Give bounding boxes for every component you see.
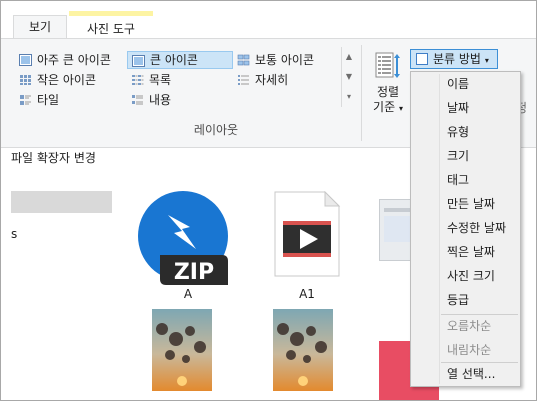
svg-text:ZIP: ZIP — [174, 260, 214, 285]
layout-group-label: 레이아웃 — [193, 123, 239, 137]
group-by-button[interactable]: 분류 방법 ▾ — [410, 49, 498, 69]
video-file-icon[interactable] — [273, 191, 341, 277]
sort-by-icon — [375, 52, 400, 78]
details-icon — [238, 75, 249, 85]
photo-thumbnail-2[interactable] — [273, 309, 333, 391]
group-separator — [361, 45, 362, 141]
nav-item[interactable]: s — [11, 227, 17, 241]
layout-extra-large-icons-label: 아주 큰 아이콘 — [37, 53, 111, 67]
sort-by-label-1: 정렬 — [376, 85, 400, 99]
menu-item-date-taken[interactable]: 찍은 날짜 — [411, 240, 520, 264]
layout-details-label: 자세히 — [255, 73, 289, 87]
menu-item-tags[interactable]: 태그 — [411, 168, 520, 192]
layout-extra-large-icons[interactable]: 아주 큰 아이콘 — [15, 51, 121, 69]
content-icon — [132, 95, 143, 105]
menu-item-ascending[interactable]: 오름차순 — [411, 314, 520, 338]
layout-large-icons[interactable]: 큰 아이콘 — [127, 51, 233, 69]
gallery-more-icon[interactable]: ▾ — [342, 87, 356, 107]
layout-tiles[interactable]: 타일 — [15, 91, 105, 109]
photo-image-2 — [273, 309, 333, 391]
file-name-a1[interactable]: A1 — [262, 287, 352, 301]
tab-photo-tools[interactable]: 사진 도구 — [69, 11, 153, 39]
layout-medium-icons[interactable]: 보통 아이콘 — [233, 51, 343, 69]
layout-large-icons-label: 큰 아이콘 — [150, 53, 198, 67]
layout-gallery: 아주 큰 아이콘 큰 아이콘 보통 아이콘 작은 아이콘 목록 자세히 타일 내… — [15, 47, 355, 107]
medium-icons-icon — [237, 54, 250, 66]
menu-item-type[interactable]: 유형 — [411, 120, 520, 144]
layout-list[interactable]: 목록 — [127, 71, 227, 89]
layout-details[interactable]: 자세히 — [233, 71, 333, 89]
layout-small-icons-label: 작은 아이콘 — [37, 73, 97, 87]
sort-by-label-2-text: 기준 — [373, 100, 396, 114]
small-icons-icon — [20, 75, 31, 85]
group-by-dropdown-icon: ▾ — [484, 56, 489, 65]
extra-large-icons-icon — [19, 54, 32, 66]
file-name-a[interactable]: A — [143, 287, 233, 301]
tab-view[interactable]: 보기 — [13, 15, 67, 39]
group-by-label: 분류 방법 — [433, 52, 481, 66]
layout-content[interactable]: 내용 — [127, 91, 217, 109]
menu-item-date-modified[interactable]: 수정한 날짜 — [411, 216, 520, 240]
layout-gallery-scroller[interactable]: ▲ ▼ ▾ — [341, 47, 356, 107]
layout-content-label: 내용 — [149, 93, 172, 107]
layout-small-icons[interactable]: 작은 아이콘 — [15, 71, 121, 89]
photo-image-1 — [152, 309, 212, 391]
menu-item-date-created[interactable]: 만든 날짜 — [411, 192, 520, 216]
navigation-pane: s — [1, 169, 121, 400]
menu-item-choose-columns[interactable]: 열 선택... — [411, 362, 520, 386]
menu-item-size[interactable]: 크기 — [411, 144, 520, 168]
zip-icon[interactable]: ZIP — [138, 191, 232, 285]
sort-by-dropdown-icon: ▾ — [398, 104, 403, 113]
sort-by-button[interactable]: 정렬 기준 ▾ — [368, 49, 408, 129]
contextual-tab-stripe — [69, 11, 153, 16]
gallery-up-icon[interactable]: ▲ — [342, 47, 356, 67]
layout-list-label: 목록 — [149, 73, 172, 87]
layout-medium-icons-label: 보통 아이콘 — [255, 53, 315, 67]
menu-item-rating[interactable]: 등급 — [411, 288, 520, 312]
menu-item-dimensions[interactable]: 사진 크기 — [411, 264, 520, 288]
tiles-icon — [20, 95, 31, 105]
ribbon-tab-bar: 보기 사진 도구 — [1, 1, 536, 39]
group-by-menu: 이름 날짜 유형 크기 태그 만든 날짜 수정한 날짜 찍은 날짜 사진 크기 … — [410, 71, 521, 387]
photo-thumbnail-1[interactable] — [152, 309, 212, 391]
tab-photo-tools-label: 사진 도구 — [87, 22, 135, 36]
gallery-down-icon[interactable]: ▼ — [342, 67, 356, 87]
explorer-window: 보기 사진 도구 아주 큰 아이콘 큰 아이콘 보통 아이콘 작은 아이콘 목록… — [0, 0, 537, 401]
sort-by-label-2: 기준 ▾ — [368, 100, 408, 116]
list-icon — [132, 75, 144, 85]
menu-item-descending[interactable]: 내림차순 — [411, 338, 520, 362]
nav-selected-item[interactable] — [11, 191, 112, 213]
large-icons-icon — [132, 55, 145, 67]
menu-item-name[interactable]: 이름 — [411, 72, 520, 96]
layout-tiles-label: 타일 — [37, 93, 60, 107]
group-by-icon — [416, 53, 428, 65]
tab-view-label: 보기 — [28, 20, 52, 34]
file-extension-change-label: 파일 확장자 변경 — [11, 151, 96, 165]
menu-item-date[interactable]: 날짜 — [411, 96, 520, 120]
